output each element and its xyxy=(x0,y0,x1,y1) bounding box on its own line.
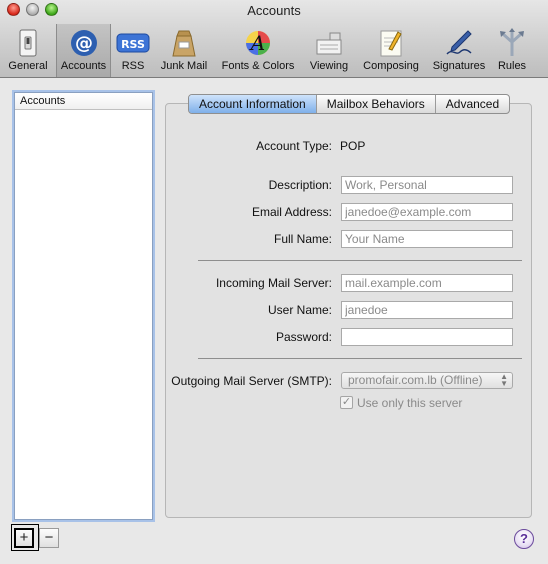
outgoing-mail-server-label: Outgoing Mail Server (SMTP): xyxy=(171,374,332,388)
separator xyxy=(198,260,522,261)
description-label: Description: xyxy=(268,178,332,192)
incoming-mail-server-label: Incoming Mail Server: xyxy=(215,276,332,290)
svg-text:@: @ xyxy=(75,33,93,54)
svg-text:A: A xyxy=(249,31,265,55)
account-tabs: Account Information Mailbox Behaviors Ad… xyxy=(188,94,511,114)
tab-mailbox-behaviors[interactable]: Mailbox Behaviors xyxy=(315,95,435,113)
accounts-list-header: Accounts xyxy=(15,93,152,110)
tab-account-information[interactable]: Account Information xyxy=(189,95,316,113)
user-name-field[interactable] xyxy=(341,301,513,319)
toolbar-fonts-colors[interactable]: A Fonts & Colors xyxy=(214,24,302,77)
rules-arrows-icon xyxy=(500,28,524,56)
toolbar-composing[interactable]: Composing xyxy=(358,24,424,77)
password-label: Password: xyxy=(275,330,332,344)
preferences-toolbar: General @ Accounts RSS RSS Junk Mail A F… xyxy=(0,24,548,77)
svg-text:RSS: RSS xyxy=(121,38,145,51)
add-account-button[interactable]: + xyxy=(14,528,34,548)
rss-icon: RSS xyxy=(116,33,150,53)
junk-mail-bag-icon xyxy=(172,30,196,57)
full-name-field[interactable] xyxy=(341,230,513,248)
remove-account-button[interactable]: − xyxy=(39,528,59,548)
at-sign-icon: @ xyxy=(70,30,97,56)
toolbar-accounts[interactable]: @ Accounts xyxy=(56,24,111,77)
window-title: Accounts xyxy=(247,3,301,18)
title-bar: Accounts General @ Accounts RSS RSS Junk… xyxy=(0,0,548,78)
toolbar-signatures[interactable]: Signatures xyxy=(428,24,490,77)
use-only-this-server-label: Use only this server xyxy=(357,396,463,410)
toolbar-rss[interactable]: RSS RSS xyxy=(114,24,152,77)
account-type-value: POP xyxy=(340,139,366,153)
separator xyxy=(198,358,522,359)
user-name-label: User Name: xyxy=(267,303,332,317)
composing-pencil-icon xyxy=(380,30,402,57)
toolbar-rules[interactable]: Rules xyxy=(492,24,532,77)
description-field[interactable] xyxy=(341,176,513,194)
password-field[interactable] xyxy=(341,328,513,346)
full-name-label: Full Name: xyxy=(273,232,332,246)
select-arrows-icon: ▲ ▼ xyxy=(500,372,508,388)
help-button[interactable]: ? xyxy=(514,529,534,549)
fonts-colors-icon: A xyxy=(246,31,270,55)
toolbar-general[interactable]: General xyxy=(4,24,52,77)
light-switch-icon xyxy=(19,29,37,57)
incoming-mail-server-field[interactable] xyxy=(341,274,513,292)
email-address-field[interactable] xyxy=(341,203,513,221)
email-address-label: Email Address: xyxy=(251,205,332,219)
viewing-icon xyxy=(316,32,342,55)
toolbar-viewing[interactable]: Viewing xyxy=(304,24,354,77)
signature-pen-icon xyxy=(446,30,472,55)
tab-advanced[interactable]: Advanced xyxy=(434,95,509,113)
accounts-list[interactable]: Accounts xyxy=(14,92,153,520)
toolbar-junk-mail[interactable]: Junk Mail xyxy=(156,24,212,77)
outgoing-mail-server-select[interactable]: promofair.com.lb (Offline) ▲ ▼ xyxy=(341,372,513,389)
outgoing-mail-server-value: promofair.com.lb (Offline) xyxy=(348,373,483,387)
use-only-this-server-checkbox[interactable]: ✓ xyxy=(340,396,353,409)
account-type-label: Account Type: xyxy=(256,139,332,153)
